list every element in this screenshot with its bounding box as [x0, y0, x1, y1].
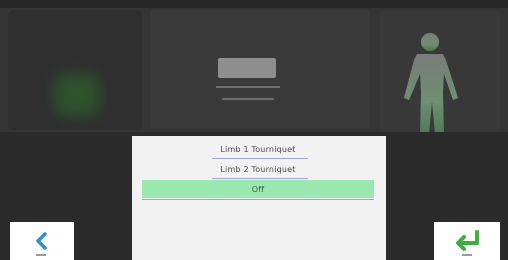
- button-underline: [36, 254, 46, 256]
- list-item-limb-2[interactable]: Limb 2 Tourniquet: [142, 160, 374, 178]
- selection-underline: [142, 199, 374, 200]
- divider: [212, 178, 308, 179]
- status-indicator: [54, 74, 100, 116]
- confirm-button[interactable]: [434, 222, 500, 260]
- background-line: [216, 86, 280, 88]
- screen: Limb 1 Tourniquet Limb 2 Tourniquet Off: [0, 0, 508, 260]
- left-panel: [8, 10, 142, 130]
- list-item-label: Limb 2 Tourniquet: [220, 164, 296, 174]
- human-body-icon: [404, 33, 458, 134]
- button-underline: [462, 254, 472, 256]
- selection-dialog: Limb 1 Tourniquet Limb 2 Tourniquet Off: [132, 136, 386, 260]
- enter-arrow-icon: [456, 230, 479, 251]
- list-item-label: Limb 1 Tourniquet: [220, 144, 296, 154]
- chevron-left-icon: [36, 232, 47, 250]
- divider: [212, 158, 308, 159]
- list-item-label: Off: [251, 184, 265, 194]
- list-item-limb-1[interactable]: Limb 1 Tourniquet: [142, 140, 374, 158]
- background-button: [218, 58, 276, 78]
- top-bar: [0, 0, 508, 8]
- back-button[interactable]: [10, 222, 74, 260]
- list-item-off[interactable]: Off: [142, 180, 374, 198]
- background-line: [222, 98, 274, 100]
